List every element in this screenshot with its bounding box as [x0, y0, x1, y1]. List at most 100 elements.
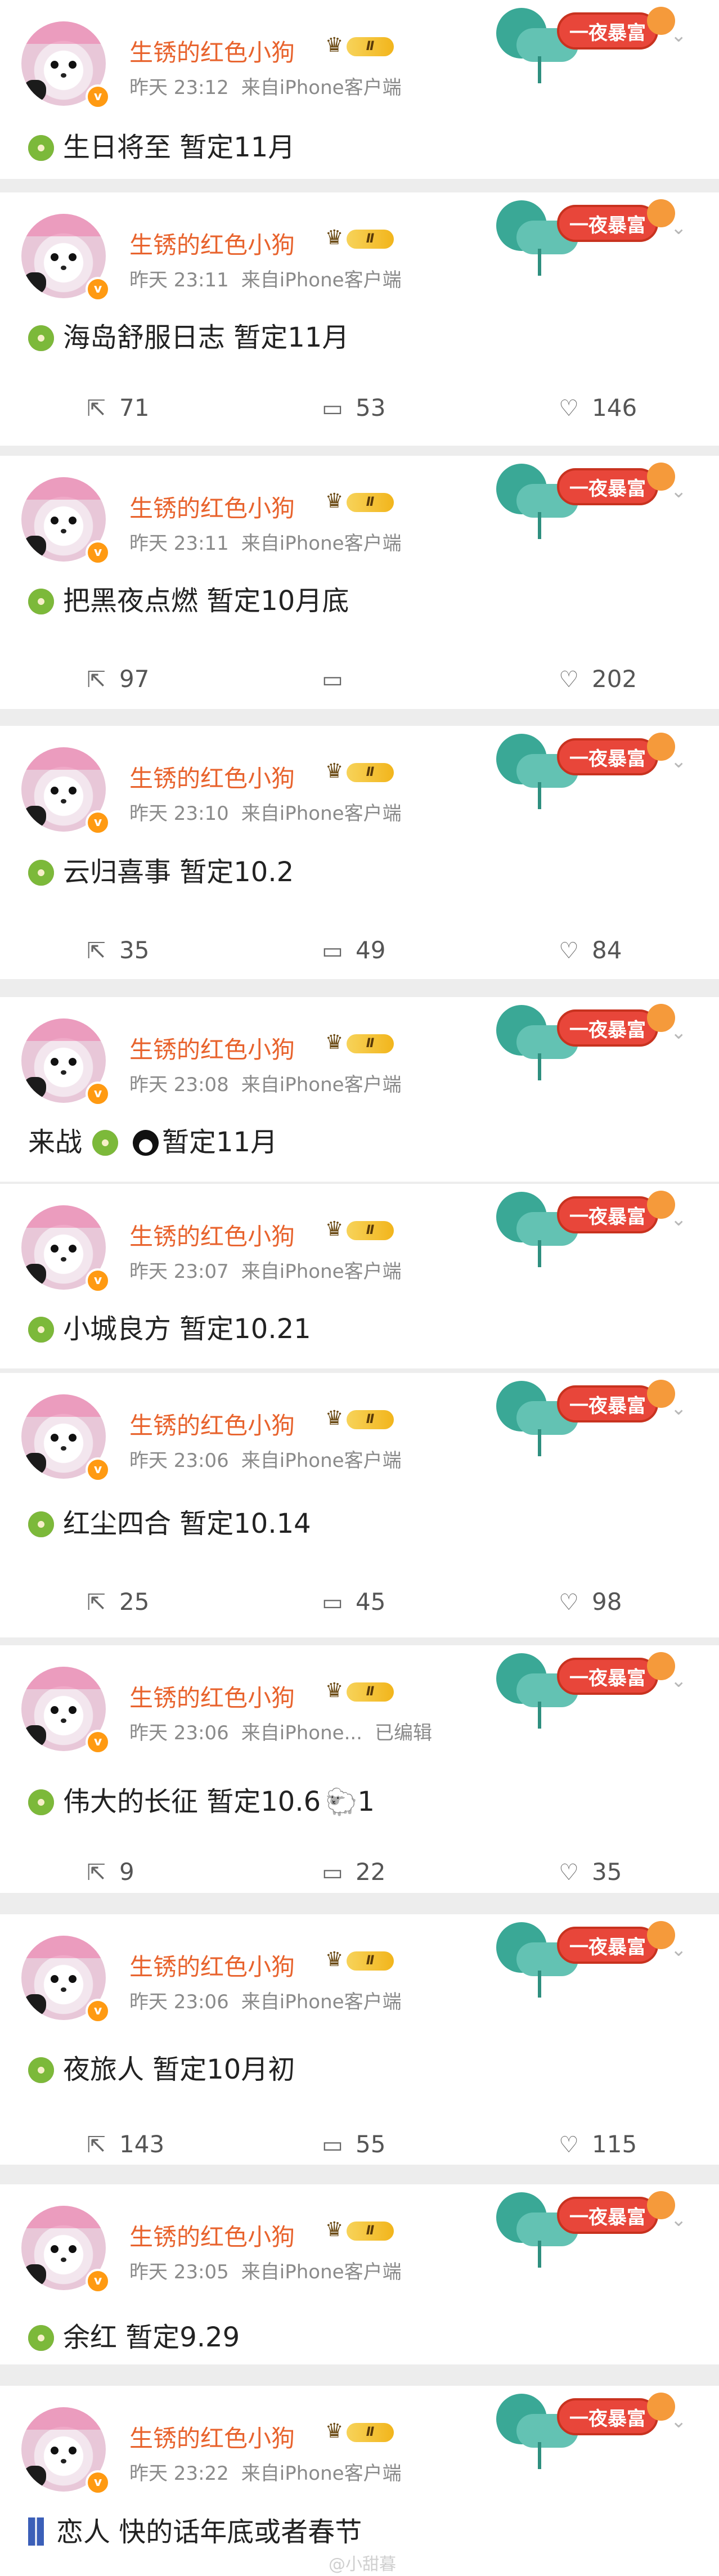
member-level-badge: ♛ Ⅱ: [325, 1946, 395, 1974]
avatar[interactable]: v: [21, 1394, 110, 1482]
comment-icon: ▭: [322, 2132, 343, 2158]
post-meta: 昨天 23:06 来自iPhone客户端: [129, 1445, 414, 1473]
repost-button[interactable]: ⇱ 97: [84, 654, 149, 704]
chevron-down-icon[interactable]: ⌄: [671, 218, 690, 237]
chevron-down-icon[interactable]: ⌄: [671, 482, 690, 501]
feed-post[interactable]: v 生锈的红色小狗 ♛ Ⅱ 昨天 23:11 来自iPhone客户端 一夜暴富 ⌄…: [0, 456, 719, 709]
verified-badge-icon: v: [86, 2470, 110, 2495]
comment-button[interactable]: ▭ 53: [321, 383, 385, 433]
comment-button[interactable]: ▭ 45: [321, 1577, 385, 1627]
card-decoration[interactable]: 一夜暴富: [496, 2, 676, 87]
feed-post[interactable]: v 生锈的红色小狗 ♛ Ⅱ 昨天 23:22 来自iPhone客户端 一夜暴富 ⌄…: [0, 2386, 719, 2576]
chevron-down-icon[interactable]: ⌄: [671, 2210, 690, 2229]
card-decoration[interactable]: 一夜暴富: [496, 1917, 676, 2001]
avatar[interactable]: v: [21, 1667, 110, 1754]
like-button[interactable]: ♡ 202: [557, 654, 637, 704]
post-text: 海岛舒服日志 暂定11月: [63, 322, 349, 353]
post-text: 余红 暂定9.29: [63, 2322, 240, 2353]
like-count: 202: [592, 665, 637, 693]
like-button[interactable]: ♡ 35: [557, 1847, 622, 1893]
card-decoration[interactable]: 一夜暴富: [496, 728, 676, 813]
chevron-down-icon[interactable]: ⌄: [671, 1023, 690, 1042]
card-decoration[interactable]: 一夜暴富: [496, 195, 676, 279]
card-decoration[interactable]: 一夜暴富: [496, 1648, 676, 1732]
verified-badge-icon: v: [86, 540, 110, 565]
repost-button[interactable]: ⇱ 143: [84, 2119, 164, 2165]
feed-post[interactable]: v 生锈的红色小狗 ♛ Ⅱ 昨天 23:10 来自iPhone客户端 一夜暴富 ⌄…: [0, 726, 719, 979]
post-text-line: 红尘四合 暂定10.14: [28, 1501, 311, 1541]
feed-post[interactable]: v 生锈的红色小狗 ♛ Ⅱ 昨天 23:08 来自iPhone客户端 一夜暴富 ⌄…: [0, 997, 719, 1182]
repost-icon: ⇱: [87, 667, 106, 693]
username[interactable]: 生锈的红色小狗: [129, 34, 295, 68]
username[interactable]: 生锈的红色小狗: [129, 1218, 295, 1252]
like-button[interactable]: ♡ 98: [557, 1577, 622, 1627]
post-text: 生日将至 暂定11月: [63, 132, 295, 163]
feed-post[interactable]: v 生锈的红色小狗 ♛ Ⅱ 昨天 23:05 来自iPhone客户端 一夜暴富 ⌄…: [0, 2184, 719, 2364]
like-button[interactable]: ♡ 115: [557, 2119, 637, 2165]
avatar[interactable]: v: [21, 747, 110, 835]
deco-label: 一夜暴富: [557, 2398, 658, 2435]
repost-count: 71: [119, 394, 150, 421]
comment-count: 22: [356, 1858, 386, 1886]
username[interactable]: 生锈的红色小狗: [129, 2420, 295, 2454]
avatar[interactable]: v: [21, 214, 110, 302]
username[interactable]: 生锈的红色小狗: [129, 760, 295, 794]
username[interactable]: 生锈的红色小狗: [129, 490, 295, 524]
verified-badge-icon: v: [86, 1081, 110, 1106]
like-count: 35: [592, 1858, 622, 1886]
username[interactable]: 生锈的红色小狗: [129, 1679, 295, 1713]
chevron-down-icon[interactable]: ⌄: [671, 1671, 690, 1690]
chevron-down-icon[interactable]: ⌄: [671, 752, 690, 771]
member-level-badge: ♛ Ⅱ: [325, 224, 395, 252]
username[interactable]: 生锈的红色小狗: [129, 1407, 295, 1441]
feed-post[interactable]: v 生锈的红色小狗 ♛ Ⅱ 昨天 23:11 来自iPhone客户端 一夜暴富 ⌄…: [0, 192, 719, 446]
card-decoration[interactable]: 一夜暴富: [496, 458, 676, 542]
like-button[interactable]: ♡ 146: [557, 383, 637, 433]
post-source: 来自iPhone客户端: [241, 802, 402, 825]
repost-button[interactable]: ⇱ 71: [84, 383, 149, 433]
card-decoration[interactable]: 一夜暴富: [496, 2388, 676, 2472]
username[interactable]: 生锈的红色小狗: [129, 2218, 295, 2252]
feed-post[interactable]: v 生锈的红色小狗 ♛ Ⅱ 昨天 23:06 来自iPhone... 已编辑 一夜暴…: [0, 1645, 719, 1893]
comment-button[interactable]: ▭ 55: [321, 2119, 385, 2165]
feed-post[interactable]: v 生锈的红色小狗 ♛ Ⅱ 昨天 23:06 来自iPhone客户端 一夜暴富 ⌄…: [0, 1373, 719, 1637]
avatar[interactable]: v: [21, 477, 110, 565]
repost-button[interactable]: ⇱ 25: [84, 1577, 149, 1627]
avatar[interactable]: v: [21, 2407, 110, 2495]
comment-icon: ▭: [322, 1860, 343, 1886]
avatar[interactable]: v: [21, 2206, 110, 2294]
repost-icon: ⇱: [87, 938, 106, 964]
post-text-line: 伟大的长征 暂定10.6 🐑1: [28, 1779, 375, 1819]
avatar[interactable]: v: [21, 21, 110, 109]
verified-badge-icon: v: [86, 1268, 110, 1293]
username[interactable]: 生锈的红色小狗: [129, 1031, 295, 1065]
username[interactable]: 生锈的红色小狗: [129, 1948, 295, 1982]
level-label: Ⅱ: [347, 2423, 394, 2442]
feed-post[interactable]: v 生锈的红色小狗 ♛ Ⅱ 昨天 23:12 来自iPhone客户端 一夜暴富 ⌄…: [0, 0, 719, 179]
feed-post[interactable]: v 生锈的红色小狗 ♛ Ⅱ 昨天 23:07 来自iPhone客户端 一夜暴富 ⌄…: [0, 1184, 719, 1368]
card-decoration[interactable]: 一夜暴富: [496, 2187, 676, 2271]
post-actions: ⇱ 25 ▭ 45 ♡ 98: [0, 1577, 719, 1627]
chevron-down-icon[interactable]: ⌄: [671, 2412, 690, 2431]
comment-count: 49: [356, 936, 386, 964]
post-text-trail: 暂定11月: [162, 1127, 278, 1158]
avatar[interactable]: v: [21, 1936, 110, 2023]
card-decoration[interactable]: 一夜暴富: [496, 1375, 676, 1460]
card-decoration[interactable]: 一夜暴富: [496, 1186, 676, 1271]
chevron-down-icon[interactable]: ⌄: [671, 1399, 690, 1418]
feed-post[interactable]: v 生锈的红色小狗 ♛ Ⅱ 昨天 23:06 来自iPhone客户端 一夜暴富 ⌄…: [0, 1914, 719, 2165]
card-decoration[interactable]: 一夜暴富: [496, 999, 676, 1084]
username[interactable]: 生锈的红色小狗: [129, 226, 295, 261]
repost-button[interactable]: ⇱ 9: [84, 1847, 134, 1893]
avatar[interactable]: v: [21, 1205, 110, 1293]
chevron-down-icon[interactable]: ⌄: [671, 26, 690, 45]
comment-button[interactable]: ▭ 22: [321, 1847, 385, 1893]
sheep-icon: 🐑: [325, 1787, 358, 1817]
repost-button[interactable]: ⇱ 35: [84, 925, 149, 976]
comment-button[interactable]: ▭ 49: [321, 925, 385, 976]
chevron-down-icon[interactable]: ⌄: [671, 1940, 690, 1959]
avatar[interactable]: v: [21, 1018, 110, 1106]
comment-button[interactable]: ▭: [321, 654, 356, 704]
like-button[interactable]: ♡ 84: [557, 925, 622, 976]
chevron-down-icon[interactable]: ⌄: [671, 1210, 690, 1229]
